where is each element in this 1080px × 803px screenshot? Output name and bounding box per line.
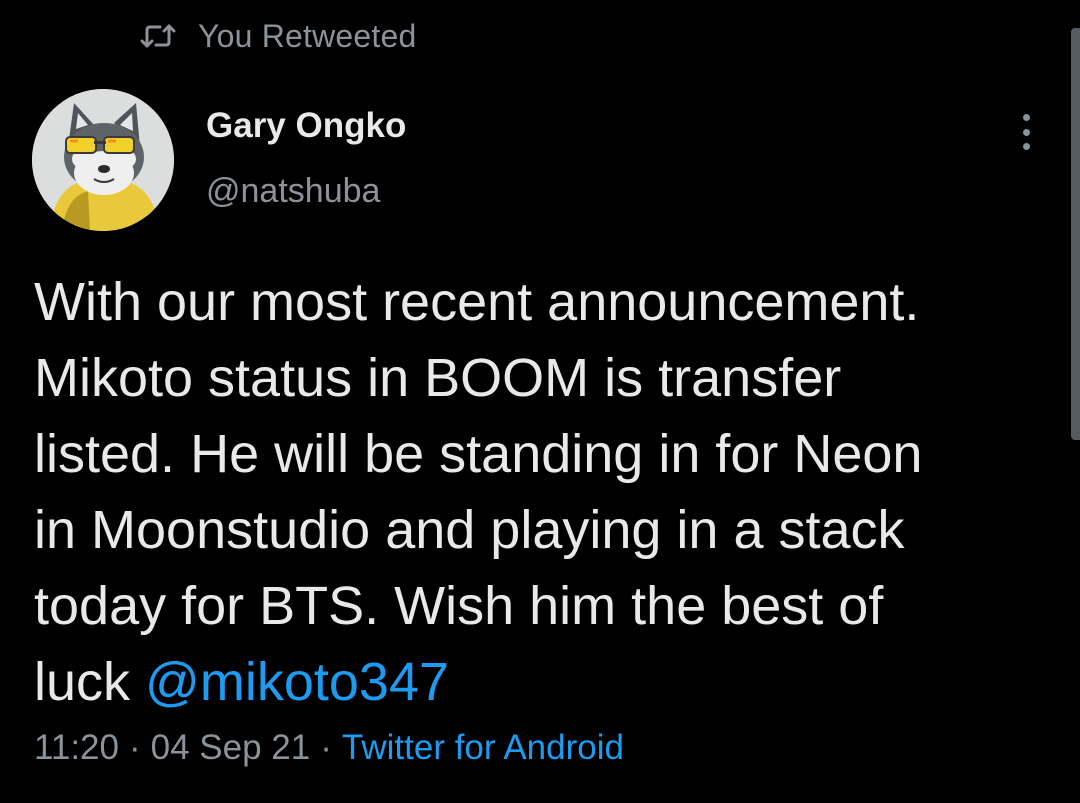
retweet-context: You Retweeted: [140, 14, 416, 58]
retweet-icon: [140, 22, 176, 50]
more-dot: [1022, 143, 1030, 150]
more-dot: [1022, 114, 1030, 121]
tweet-source-link[interactable]: Twitter for Android: [342, 728, 624, 767]
tweet-text: With our most recent announcement. Mikot…: [34, 264, 1054, 720]
more-dot: [1022, 128, 1030, 136]
more-options-icon[interactable]: [1006, 110, 1046, 154]
scrollbar[interactable]: [1071, 28, 1080, 440]
author-name[interactable]: Gary Ongko: [206, 106, 406, 146]
tweet-meta: 11:20 · 04 Sep 21 · Twitter for Android: [34, 728, 624, 768]
avatar[interactable]: [32, 89, 174, 231]
mention-link[interactable]: @mikoto347: [145, 652, 449, 712]
tweet-body: With our most recent announcement. Mikot…: [34, 272, 923, 712]
retweet-label: You Retweeted: [198, 17, 417, 54]
tweet-time: 11:20: [34, 728, 119, 767]
author-handle[interactable]: @natshuba: [206, 172, 380, 211]
tweet-date: 04 Sep 21: [150, 728, 311, 767]
meta-separator: ·: [320, 728, 332, 767]
meta-separator: ·: [129, 728, 141, 767]
shiba-avatar-icon: [32, 89, 174, 231]
